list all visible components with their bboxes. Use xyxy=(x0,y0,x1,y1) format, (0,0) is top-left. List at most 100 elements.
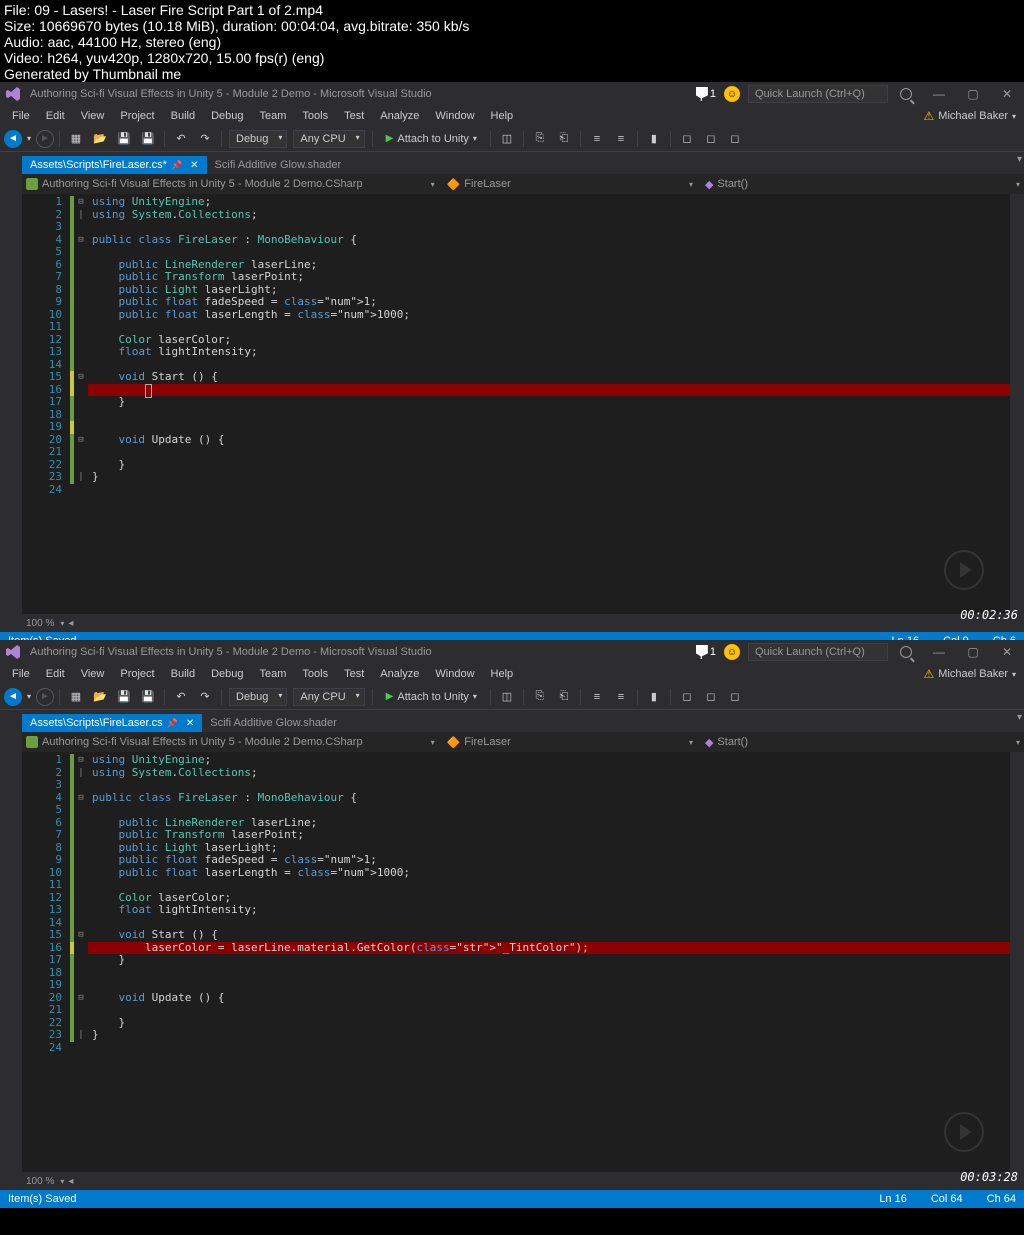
tb-icon[interactable]: ⎗ xyxy=(553,128,575,150)
nav-back-button[interactable]: ◄ xyxy=(4,130,22,148)
menu-view[interactable]: View xyxy=(73,108,113,124)
code-line[interactable] xyxy=(88,446,1024,459)
fold-marker[interactable]: ⊟ xyxy=(74,434,88,447)
undo-button[interactable]: ↶ xyxy=(170,128,192,150)
menu-project[interactable]: Project xyxy=(112,108,162,124)
redo-button[interactable]: ↷ xyxy=(194,128,216,150)
fold-marker[interactable] xyxy=(74,484,88,497)
tb-icon[interactable]: ≡ xyxy=(610,686,632,708)
notification-badge[interactable]: 1 xyxy=(696,87,716,101)
tb-icon[interactable]: ≡ xyxy=(586,128,608,150)
notification-badge[interactable]: 1 xyxy=(696,645,716,659)
minimize-button[interactable]: — xyxy=(926,85,952,103)
code-line[interactable]: public float laserLength = class="num">1… xyxy=(88,309,1024,322)
tb-icon[interactable]: ▮ xyxy=(643,686,665,708)
code-line[interactable] xyxy=(88,421,1024,434)
code-line[interactable]: using System.Collections; xyxy=(88,767,1024,780)
fold-marker[interactable] xyxy=(74,459,88,472)
code-line[interactable] xyxy=(88,484,1024,497)
search-icon[interactable] xyxy=(900,88,912,100)
attach-unity-button[interactable]: ▶Attach to Unity▾ xyxy=(378,689,485,705)
fold-marker[interactable] xyxy=(74,842,88,855)
fold-marker[interactable]: ⊟ xyxy=(74,792,88,805)
quick-launch-input[interactable]: Quick Launch (Ctrl+Q) xyxy=(748,643,888,661)
fold-marker[interactable] xyxy=(74,421,88,434)
fold-marker[interactable] xyxy=(74,284,88,297)
scroll-overview[interactable] xyxy=(1010,194,1024,614)
nav-back-dropdown[interactable]: ▾ xyxy=(24,128,34,150)
nav-class[interactable]: 🔶FireLaser xyxy=(447,736,511,749)
save-all-button[interactable]: 💾 xyxy=(137,128,159,150)
tb-icon[interactable]: ⎘ xyxy=(529,128,551,150)
code-line[interactable] xyxy=(88,979,1024,992)
new-project-button[interactable]: ▦ xyxy=(65,686,87,708)
tb-icon[interactable]: ◻ xyxy=(676,686,698,708)
code-line[interactable] xyxy=(88,359,1024,372)
code-line[interactable]: void Start () { xyxy=(88,371,1024,384)
tb-icon[interactable]: ◻ xyxy=(724,128,746,150)
fold-marker[interactable]: | xyxy=(74,767,88,780)
fold-marker[interactable] xyxy=(74,829,88,842)
pin-icon[interactable]: 📌 xyxy=(171,160,182,171)
fold-marker[interactable] xyxy=(74,384,88,397)
nav-method[interactable]: ◆Start() xyxy=(705,736,748,749)
code-line[interactable] xyxy=(88,967,1024,980)
menu-help[interactable]: Help xyxy=(483,666,522,682)
tab-overflow-icon[interactable]: ▾ xyxy=(1017,154,1022,165)
code-line[interactable]: } xyxy=(88,1017,1024,1030)
platform-dropdown[interactable]: Any CPU xyxy=(293,130,364,148)
menu-file[interactable]: File xyxy=(4,666,38,682)
tb-icon[interactable]: ◻ xyxy=(676,128,698,150)
fold-marker[interactable] xyxy=(74,1004,88,1017)
fold-marker[interactable] xyxy=(74,321,88,334)
tb-icon[interactable]: ≡ xyxy=(610,128,632,150)
fold-marker[interactable] xyxy=(74,917,88,930)
code-content[interactable]: using UnityEngine;using System.Collectio… xyxy=(88,752,1024,1172)
fold-marker[interactable] xyxy=(74,879,88,892)
open-file-button[interactable]: 📂 xyxy=(89,128,111,150)
code-line[interactable] xyxy=(88,917,1024,930)
code-line[interactable] xyxy=(88,409,1024,422)
search-icon[interactable] xyxy=(900,646,912,658)
attach-unity-button[interactable]: ▶Attach to Unity▾ xyxy=(378,131,485,147)
fold-marker[interactable] xyxy=(74,346,88,359)
fold-marker[interactable] xyxy=(74,892,88,905)
tb-icon[interactable]: ◻ xyxy=(724,686,746,708)
tb-icon[interactable]: ⎘ xyxy=(529,686,551,708)
fold-marker[interactable]: | xyxy=(74,209,88,222)
fold-marker[interactable]: ⊟ xyxy=(74,992,88,1005)
code-line[interactable]: } xyxy=(88,459,1024,472)
user-badge[interactable]: ⚠Michael Baker▾ xyxy=(924,109,1016,123)
fold-marker[interactable] xyxy=(74,779,88,792)
tab-overflow-icon[interactable]: ▾ xyxy=(1017,712,1022,723)
code-line[interactable]: public class FireLaser : MonoBehaviour { xyxy=(88,234,1024,247)
code-line[interactable]: public class FireLaser : MonoBehaviour { xyxy=(88,792,1024,805)
code-line[interactable]: } xyxy=(88,954,1024,967)
menu-window[interactable]: Window xyxy=(427,108,482,124)
code-content[interactable]: using UnityEngine;using System.Collectio… xyxy=(88,194,1024,614)
nav-back-dropdown[interactable]: ▾ xyxy=(24,686,34,708)
fold-marker[interactable]: ⊟ xyxy=(74,754,88,767)
code-editor[interactable]: 123456789101112131415161718192021222324 … xyxy=(22,752,1024,1172)
menu-window[interactable]: Window xyxy=(427,666,482,682)
maximize-button[interactable]: ▢ xyxy=(960,643,986,661)
fold-marker[interactable] xyxy=(74,1042,88,1055)
quick-launch-input[interactable]: Quick Launch (Ctrl+Q) xyxy=(748,85,888,103)
menu-analyze[interactable]: Analyze xyxy=(372,108,427,124)
chevron-down-icon[interactable]: ▾ xyxy=(60,619,64,628)
code-line[interactable]: void Update () { xyxy=(88,434,1024,447)
fold-marker[interactable]: | xyxy=(74,471,88,484)
close-button[interactable]: ✕ xyxy=(994,643,1020,661)
nav-method[interactable]: ◆Start() xyxy=(705,178,748,191)
fold-marker[interactable]: ⊟ xyxy=(74,196,88,209)
menu-file[interactable]: File xyxy=(4,108,38,124)
menu-analyze[interactable]: Analyze xyxy=(372,666,427,682)
code-line[interactable]: using System.Collections; xyxy=(88,209,1024,222)
menu-tools[interactable]: Tools xyxy=(294,666,336,682)
menu-test[interactable]: Test xyxy=(336,108,372,124)
code-line[interactable]: } xyxy=(88,1029,1024,1042)
nav-project[interactable]: Authoring Sci-fi Visual Effects in Unity… xyxy=(26,178,363,190)
fold-marker[interactable]: | xyxy=(74,1029,88,1042)
fold-marker[interactable] xyxy=(74,309,88,322)
fold-marker[interactable] xyxy=(74,817,88,830)
